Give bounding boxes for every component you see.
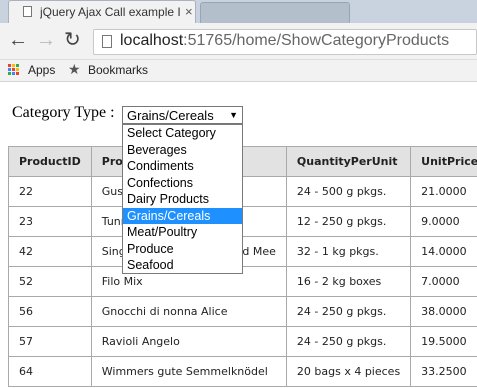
dropdown-option-selected[interactable]: Grains/Cereals xyxy=(123,207,242,224)
apps-grid-icon[interactable] xyxy=(8,64,20,76)
cell-price: 19.5000 xyxy=(410,326,477,357)
bookmarks-bar: Apps ★ Bookmarks xyxy=(0,60,477,82)
cell-product-name: Wimmers gute Semmelknödel xyxy=(90,356,287,387)
cell-price: 38.0000 xyxy=(410,296,477,327)
dropdown-option[interactable]: Condiments xyxy=(123,158,242,175)
cell-product-id: 64 xyxy=(8,356,92,387)
cell-price: 9.0000 xyxy=(410,206,477,237)
dropdown-option[interactable]: Seafood xyxy=(123,257,242,274)
selected-category: Grains/Cereals xyxy=(127,108,214,123)
tab-strip: jQuery Ajax Call example I × xyxy=(0,0,477,23)
tab-title: jQuery Ajax Call example I xyxy=(40,5,181,19)
page-icon xyxy=(23,6,32,17)
cell-product-id: 52 xyxy=(8,266,92,297)
cell-quantity: 24 - 250 g pkgs. xyxy=(285,326,412,357)
dropdown-option[interactable]: Confections xyxy=(123,175,242,192)
cell-product-id: 56 xyxy=(8,296,92,327)
header-product-id: ProductID xyxy=(8,146,92,177)
cell-product-id: 23 xyxy=(8,206,92,237)
cell-product-id: 22 xyxy=(8,176,92,207)
cell-price: 33.2500 xyxy=(410,356,477,387)
apps-bookmark[interactable]: Apps xyxy=(28,63,55,77)
header-unit-price: UnitPrice xyxy=(410,146,477,177)
cell-product-name: Gnocchi di nonna Alice xyxy=(90,296,287,327)
dropdown-option[interactable]: Meat/Poultry xyxy=(123,224,242,241)
close-icon[interactable]: × xyxy=(185,4,193,19)
bookmarks-link[interactable]: Bookmarks xyxy=(88,63,148,77)
cell-quantity: 24 - 250 g pkgs. xyxy=(285,296,412,327)
star-icon: ★ xyxy=(68,61,81,77)
cell-product-name: Ravioli Angelo xyxy=(90,326,287,357)
category-label: Category Type : xyxy=(12,104,115,121)
back-arrow-icon[interactable]: ← xyxy=(8,28,28,52)
dropdown-option[interactable]: Beverages xyxy=(123,142,242,159)
table-row: 56 Gnocchi di nonna Alice 24 - 250 g pkgs.… xyxy=(8,296,477,327)
category-select[interactable]: Grains/Cereals ▼ xyxy=(122,106,243,124)
reload-icon[interactable]: ↻ xyxy=(64,28,81,52)
dropdown-option[interactable]: Select Category xyxy=(123,125,242,142)
cell-quantity: 24 - 500 g pkgs. xyxy=(285,176,412,207)
cell-price: 14.0000 xyxy=(410,236,477,267)
category-dropdown-list: Select Category Beverages Condiments Con… xyxy=(122,124,243,274)
cell-product-id: 42 xyxy=(8,236,92,267)
cell-quantity: 12 - 250 g pkgs. xyxy=(285,206,412,237)
browser-toolbar: ← → ↻ localhost:51765/home/ShowCategoryP… xyxy=(0,23,477,60)
dropdown-option[interactable]: Dairy Products xyxy=(123,191,242,208)
browser-tab-inactive[interactable] xyxy=(200,2,350,23)
dropdown-option[interactable]: Produce xyxy=(123,241,242,258)
browser-tab-active[interactable]: jQuery Ajax Call example I × xyxy=(8,0,196,23)
cell-quantity: 32 - 1 kg pkgs. xyxy=(285,236,412,267)
table-row: 57 Ravioli Angelo 24 - 250 g pkgs. 19.5000 xyxy=(8,326,477,357)
cell-price: 7.0000 xyxy=(410,266,477,297)
cell-quantity: 16 - 2 kg boxes xyxy=(285,266,412,297)
cell-product-id: 57 xyxy=(8,326,92,357)
address-bar[interactable]: localhost:51765/home/ShowCategoryProduct… xyxy=(93,29,477,55)
dropdown-arrow-icon: ▼ xyxy=(229,110,238,120)
table-row: 64 Wimmers gute Semmelknödel 20 bags x 4 p… xyxy=(8,356,477,387)
page-icon xyxy=(102,35,112,48)
header-quantity-per-unit: QuantityPerUnit xyxy=(285,146,412,177)
forward-arrow-icon[interactable]: → xyxy=(36,28,56,52)
url-text: localhost:51765/home/ShowCategoryProduct… xyxy=(120,32,450,49)
cell-quantity: 20 bags x 4 pieces xyxy=(285,356,412,387)
cell-price: 21.0000 xyxy=(410,176,477,207)
